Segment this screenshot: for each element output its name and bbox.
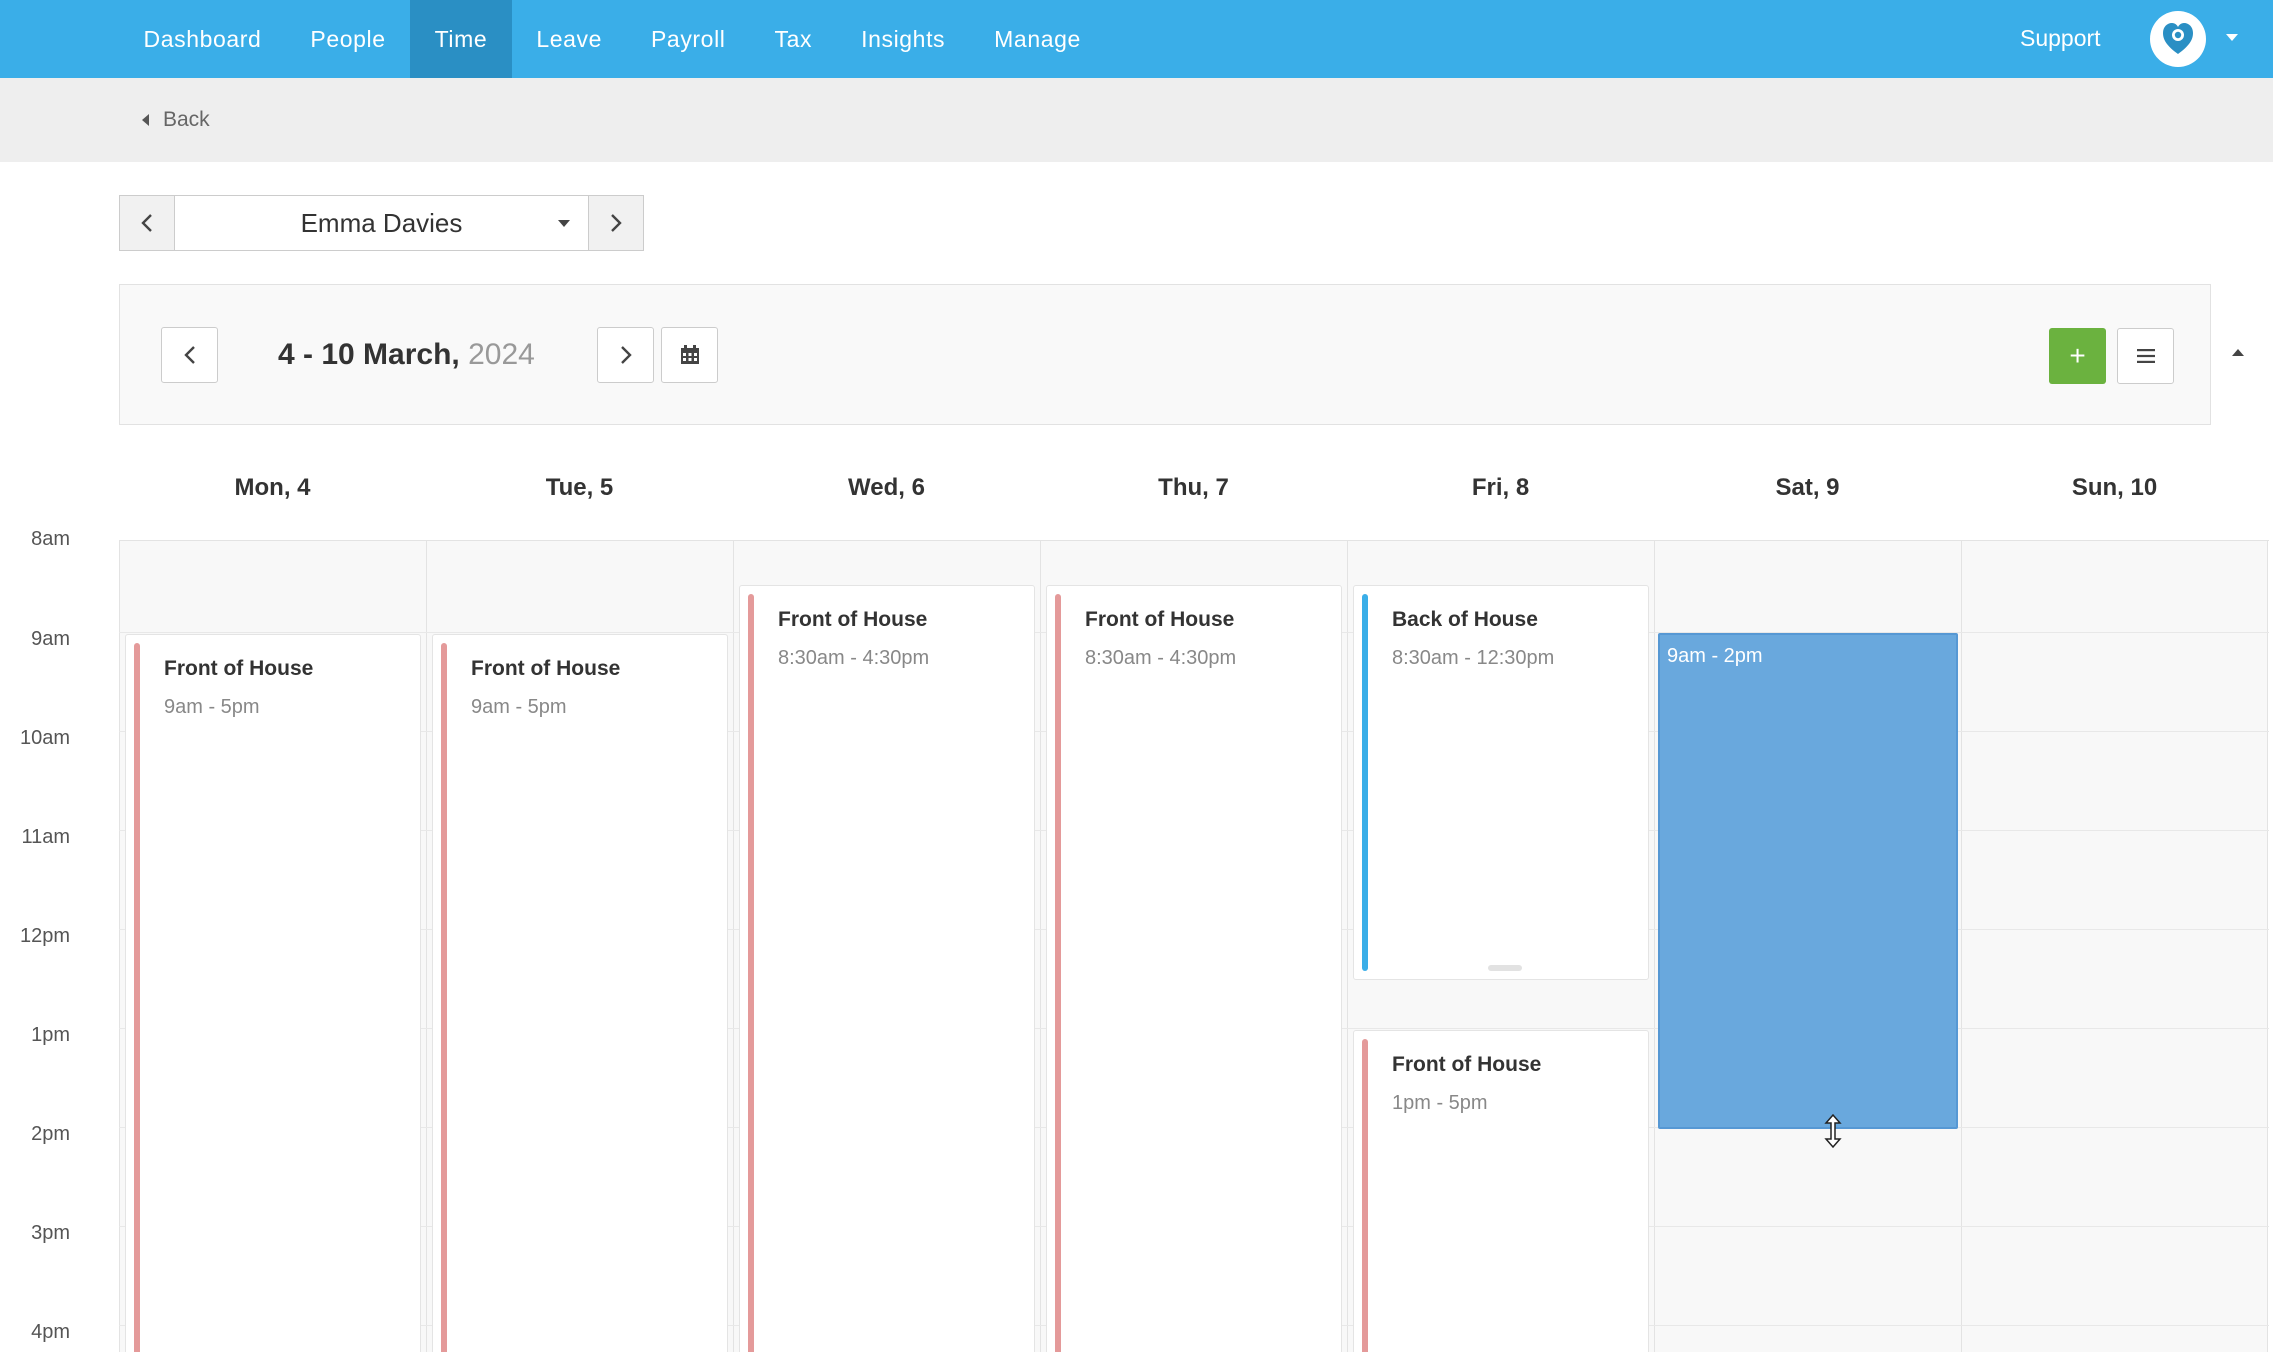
new-shift-time: 9am - 2pm [1667,645,1763,667]
next-week-button[interactable] [597,327,654,383]
back-link[interactable]: Back [142,78,210,162]
shift-color-bar [441,643,447,1352]
nav-item-leave[interactable]: Leave [512,0,627,78]
time-label-1pm: 1pm [31,1024,70,1046]
avatar[interactable] [2150,11,2206,67]
prev-week-button[interactable] [161,327,218,383]
new-shift-selection[interactable]: 9am - 2pm [1658,633,1958,1129]
user-heart-icon [2163,23,2193,54]
day-column-sun[interactable] [1961,541,2268,1352]
employee-selector: Emma Davies [119,195,644,251]
shift-time: 9am - 5pm [164,696,260,718]
menu-icon [2136,349,2155,363]
prev-employee-button[interactable] [120,196,175,250]
day-header-sat: Sat, 9 [1775,474,1840,501]
shift-title: Back of House [1392,608,1538,631]
time-label-4pm: 4pm [31,1321,70,1343]
day-header-mon: Mon, 4 [234,474,311,501]
shift-card-thu[interactable]: Front of House 8:30am - 4:30pm [1046,585,1342,1352]
time-label-2pm: 2pm [31,1123,70,1145]
collapse-toggle[interactable] [2210,284,2266,425]
next-employee-button[interactable] [588,196,643,250]
date-toolbar: 4 - 10 March, 2024 + [119,284,2266,425]
nav-item-time[interactable]: Time [410,0,512,78]
day-header-tue: Tue, 5 [545,474,614,501]
shift-title: Front of House [778,608,928,631]
shift-color-bar [748,594,754,1352]
caret-left-icon [142,114,149,126]
shift-color-bar [1055,594,1061,1352]
nav-item-tax[interactable]: Tax [750,0,837,78]
resize-handle[interactable] [1488,965,1522,971]
support-link[interactable]: Support [2020,0,2101,76]
day-header-wed: Wed, 6 [848,474,925,501]
date-range-label: 4 - 10 March, 2024 [278,285,535,424]
shift-card-fri-front[interactable]: Front of House 1pm - 5pm [1353,1030,1649,1352]
sub-bar: Back [0,78,2273,162]
shift-time: 8:30am - 12:30pm [1392,647,1555,669]
day-header-thu: Thu, 7 [1158,474,1229,501]
date-year: 2024 [468,338,535,371]
shift-title: Front of House [1392,1053,1542,1076]
time-label-12pm: 12pm [19,925,70,947]
chevron-left-icon [183,346,195,364]
time-label-3pm: 3pm [31,1222,70,1244]
chevron-down-icon[interactable] [2226,34,2238,41]
caret-down-icon [558,220,570,227]
shift-card-wed[interactable]: Front of House 8:30am - 4:30pm [739,585,1035,1352]
shift-card-mon[interactable]: Front of House 9am - 5pm [125,634,421,1352]
chevron-right-icon [611,214,622,232]
top-nav: Dashboard People Time Leave Payroll Tax … [0,0,2273,78]
time-label-10am: 10am [19,727,70,749]
nav-item-people[interactable]: People [286,0,410,78]
nav-item-insights[interactable]: Insights [837,0,970,78]
date-range: 4 - 10 March, [278,338,460,371]
shift-card-tue[interactable]: Front of House 9am - 5pm [432,634,728,1352]
shift-time: 1pm - 5pm [1392,1092,1488,1114]
shift-card-fri-back[interactable]: Back of House 8:30am - 12:30pm [1353,585,1649,980]
resize-cursor-icon [1824,1114,1842,1148]
chevron-right-icon [620,346,632,364]
day-header-sun: Sun, 10 [2071,474,2158,501]
week-calendar-grid: Front of House 9am - 5pm Front of House … [119,540,2269,1352]
shift-time: 9am - 5pm [471,696,567,718]
shift-color-bar [134,643,140,1352]
caret-up-icon [2232,349,2244,356]
shift-color-bar [1362,1039,1368,1352]
list-view-button[interactable] [2117,328,2174,384]
calendar-icon [680,345,699,364]
time-label-9am: 9am [31,628,70,650]
calendar-picker-button[interactable] [661,327,718,383]
shift-time: 8:30am - 4:30pm [778,647,930,669]
nav-item-manage[interactable]: Manage [970,0,1106,78]
add-shift-button[interactable]: + [2049,328,2106,384]
nav-menu: Dashboard People Time Leave Payroll Tax … [119,0,1105,78]
back-label: Back [163,108,210,131]
time-label-11am: 11am [21,826,70,848]
shift-time: 8:30am - 4:30pm [1085,647,1237,669]
shift-title: Front of House [164,657,314,680]
day-header-fri: Fri, 8 [1471,474,1530,501]
employee-name: Emma Davies [300,208,463,238]
shift-title: Front of House [471,657,621,680]
employee-dropdown[interactable]: Emma Davies [175,196,588,250]
nav-item-dashboard[interactable]: Dashboard [119,0,286,78]
shift-title: Front of House [1085,608,1235,631]
shift-color-bar [1362,594,1368,971]
time-label-8am: 8am [31,528,70,550]
nav-item-payroll[interactable]: Payroll [626,0,750,78]
chevron-left-icon [141,214,152,232]
